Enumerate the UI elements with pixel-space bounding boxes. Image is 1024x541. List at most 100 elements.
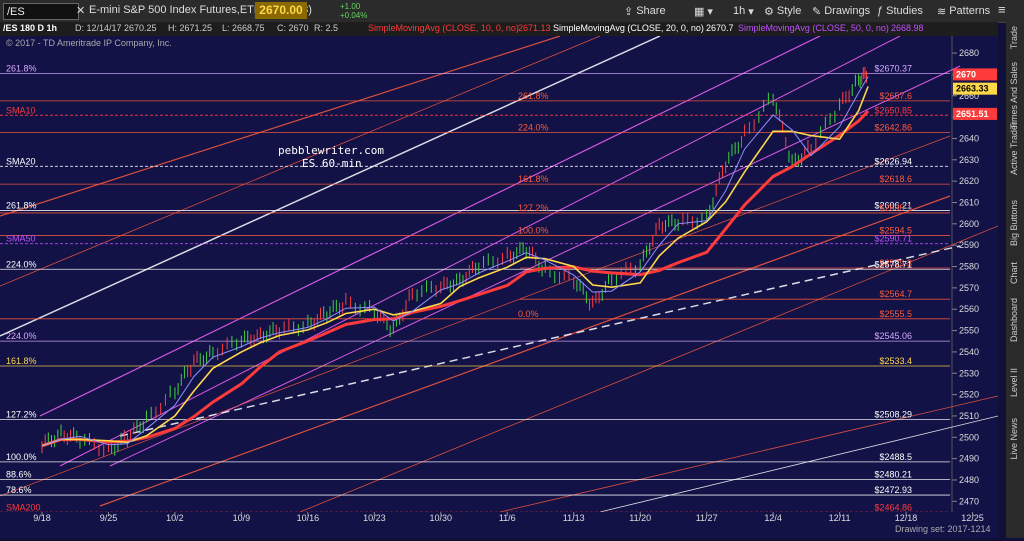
trend-line bbox=[499, 395, 998, 512]
drawing-set-label[interactable]: Drawing set: 2017-1214 bbox=[895, 524, 991, 534]
sma10-value: 2671.13 bbox=[518, 23, 551, 33]
patterns-button[interactable]: ≋ Patterns bbox=[937, 3, 990, 19]
level-price-label: $2533.4 bbox=[879, 356, 912, 366]
share-button[interactable]: ⇪ Share bbox=[624, 3, 666, 19]
level-left-label: 100.0% bbox=[518, 226, 549, 236]
x-tick-label: 11/20 bbox=[629, 513, 651, 523]
x-tick-label: 12/4 bbox=[764, 513, 782, 523]
level-left-label: 78.6% bbox=[6, 485, 32, 495]
y-tick-label: 2550 bbox=[959, 326, 979, 336]
last-price: 2670.00 bbox=[255, 2, 307, 19]
ohlc-low: L: 2668.75 bbox=[222, 23, 265, 33]
right-tab-times-and-sales[interactable]: Times And Sales bbox=[1009, 62, 1019, 129]
y-tick-label: 2480 bbox=[959, 475, 979, 485]
sma10-line bbox=[41, 86, 869, 447]
price-chart[interactable]: 2470 2480 2490 2500 2510 2520 2530 2540 2550 2560… bbox=[0, 36, 998, 512]
x-tick-label: 10/16 bbox=[297, 513, 320, 523]
level-price-label: $2564.7 bbox=[879, 289, 912, 299]
watermark-line2: ES 60-min bbox=[302, 157, 362, 170]
y-tick-label: 2470 bbox=[959, 496, 979, 506]
trend-line bbox=[0, 135, 951, 497]
level-left-label: 127.2% bbox=[518, 203, 549, 213]
ohlc-date: D: 12/14/17 2670.25 bbox=[75, 23, 157, 33]
level-price-label: $2480.21 bbox=[874, 470, 912, 480]
right-tab-big-buttons[interactable]: Big Buttons bbox=[1009, 200, 1019, 246]
right-tab-dashboard[interactable]: Dashboard bbox=[1009, 298, 1019, 342]
y-tick-label: 2490 bbox=[959, 454, 979, 464]
level-price-label: $2464.86 bbox=[874, 502, 912, 512]
ohlc-high: H: 2671.25 bbox=[168, 23, 213, 33]
level-left-label: 224.0% bbox=[6, 331, 37, 341]
price-tag-label: 2670 bbox=[956, 69, 976, 79]
timeframe-button[interactable]: 1h ▾ bbox=[733, 3, 754, 19]
level-left-label: SMA200 bbox=[6, 502, 41, 512]
patterns-icon: ≋ bbox=[937, 5, 947, 18]
y-tick-label: 2610 bbox=[959, 197, 979, 207]
x-tick-label: 10/2 bbox=[166, 513, 184, 523]
chart-title: /ES 180 D 1h bbox=[3, 23, 58, 33]
chevron-down-icon: ▾ bbox=[707, 5, 713, 18]
sma50-value: 2668.98 bbox=[891, 23, 924, 33]
level-left-label: SMA10 bbox=[6, 105, 36, 115]
level-price-label: $2555.5 bbox=[879, 309, 912, 319]
price-change-pct: +0.04% bbox=[340, 11, 368, 20]
trend-line bbox=[599, 415, 998, 512]
chart-area[interactable]: 2470 2480 2490 2500 2510 2520 2530 2540 2550 2560… bbox=[0, 36, 998, 512]
style-button[interactable]: ⚙ Style bbox=[764, 3, 801, 19]
chevron-down-icon: ▾ bbox=[748, 5, 754, 18]
x-tick-label: 12/25 bbox=[961, 513, 984, 523]
y-tick-label: 2590 bbox=[959, 240, 979, 250]
level-price-label: $2626.94 bbox=[874, 156, 912, 166]
x-tick-label: 11/6 bbox=[499, 513, 516, 523]
drawings-button[interactable]: ✎ Drawings bbox=[812, 3, 870, 19]
y-tick-label: 2630 bbox=[959, 155, 979, 165]
level-left-label: SMA50 bbox=[6, 234, 36, 244]
sma10-label[interactable]: SimpleMovingAvg (CLOSE, 10, 0, no) bbox=[368, 23, 519, 33]
level-left-label: 0.0% bbox=[518, 309, 539, 319]
level-left-label: 161.8% bbox=[518, 174, 549, 184]
level-price-label: $2578.71 bbox=[874, 259, 912, 269]
y-tick-label: 2540 bbox=[959, 347, 979, 357]
x-tick-label: 10/9 bbox=[233, 513, 251, 523]
level-price-label: $2605.1 bbox=[879, 203, 912, 213]
watermark-line1: pebblewriter.com bbox=[278, 144, 384, 157]
y-tick-label: 2560 bbox=[959, 304, 979, 314]
close-icon[interactable]: ✕ bbox=[76, 4, 85, 17]
right-tab-chart[interactable]: Chart bbox=[1009, 262, 1019, 284]
right-tab-trade[interactable]: Trade bbox=[1009, 26, 1019, 49]
level-price-label: $2488.5 bbox=[879, 452, 912, 462]
y-tick-label: 2600 bbox=[959, 219, 979, 229]
grid-icon: ▦ bbox=[694, 5, 705, 18]
right-tab-live-news[interactable]: Live News bbox=[1009, 418, 1019, 460]
right-tab-level-ii[interactable]: Level II bbox=[1009, 368, 1019, 397]
level-left-label: 161.8% bbox=[6, 356, 37, 366]
x-tick-label: 12/11 bbox=[829, 513, 851, 523]
level-left-label: 127.2% bbox=[6, 410, 37, 420]
layout-button[interactable]: ▦ ▾ bbox=[694, 3, 713, 19]
share-icon: ⇪ bbox=[624, 5, 634, 18]
ohlc-range: R: 2.5 bbox=[314, 23, 339, 33]
y-tick-label: 2620 bbox=[959, 176, 979, 186]
studies-button[interactable]: ƒ Studies bbox=[877, 3, 923, 19]
symbol-input[interactable] bbox=[3, 3, 79, 20]
studies-icon: ƒ bbox=[877, 5, 884, 17]
right-tab-active-trader[interactable]: Active Trader bbox=[1009, 122, 1019, 175]
toolbar: ✕ E-mini S&P 500 Index Futures,ETH (MAR … bbox=[0, 0, 1024, 23]
level-left-label: 261.8% bbox=[518, 91, 549, 101]
x-tick-label: 11/13 bbox=[563, 513, 585, 523]
y-tick-label: 2580 bbox=[959, 262, 979, 272]
level-left-label: 261.8% bbox=[6, 64, 37, 74]
y-tick-label: 2530 bbox=[959, 368, 979, 378]
menu-icon[interactable]: ≡ bbox=[998, 2, 1006, 17]
study-info-bar: /ES 180 D 1h D: 12/14/17 2670.25 H: 2671… bbox=[0, 22, 998, 36]
sma20-label[interactable]: SimpleMovingAvg (CLOSE, 20, 0, no) bbox=[553, 23, 704, 33]
copyright-text: © 2017 - TD Ameritrade IP Company, Inc. bbox=[6, 38, 172, 48]
sma50-label[interactable]: SimpleMovingAvg (CLOSE, 50, 0, no) bbox=[738, 23, 889, 33]
x-tick-label: 10/30 bbox=[430, 513, 453, 523]
gear-icon: ⚙ bbox=[764, 5, 774, 18]
price-tag-label: 2651.51 bbox=[956, 109, 989, 119]
level-left-label: 224.0% bbox=[518, 122, 549, 132]
time-axis-bar: 9/18 9/25 10/2 10/9 10/16 10/23 10/30 11/6 11/13… bbox=[0, 512, 998, 538]
level-left-label: 88.6% bbox=[6, 470, 32, 480]
x-tick-label: 9/18 bbox=[33, 513, 51, 523]
